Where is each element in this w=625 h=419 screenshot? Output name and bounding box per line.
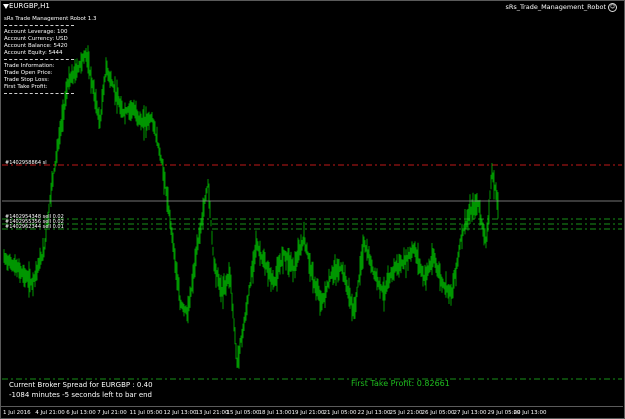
time-tick-label: 12 Jul 13:00 bbox=[163, 410, 197, 416]
account-balance: Account Balance: 5420 bbox=[4, 43, 68, 49]
time-tick-label: 1 Jul 2016 bbox=[3, 410, 31, 416]
time-left-text: -1084 minutes -5 seconds left to bar end bbox=[9, 391, 153, 399]
time-tick-label: 21 Jul 05:00 bbox=[323, 410, 357, 416]
time-tick-label: 25 Jul 21:00 bbox=[389, 410, 423, 416]
trade-open-price: Trade Open Price: bbox=[4, 70, 53, 76]
time-tick-label: 11 Jul 05:00 bbox=[129, 410, 163, 416]
time-tick-label: 6 Jul 13:00 bbox=[66, 410, 96, 416]
order-label-sell3[interactable]: #1402962344 sell 0.01 bbox=[5, 224, 64, 230]
time-tick-label: 29 Jul 13:00 bbox=[513, 410, 547, 416]
time-tick-label: 19 Jul 21:00 bbox=[291, 410, 325, 416]
robot-info-panel: sRs Trade Management Robot 1.3 Account L… bbox=[4, 16, 97, 97]
trade-stop-loss: Trade Stop Loss: bbox=[4, 77, 49, 83]
time-tick-label: 4 Jul 21:00 bbox=[35, 410, 65, 416]
smiley-face-icon[interactable]: ☺ bbox=[608, 3, 617, 12]
expert-advisor-name[interactable]: sRs_Trade_Management_Robot bbox=[505, 3, 606, 11]
time-tick-label: 26 Jul 05:00 bbox=[421, 410, 455, 416]
trade-information: Trade Information: bbox=[4, 63, 55, 69]
time-axis: 1 Jul 2016 4 Jul 21:00 6 Jul 13:00 7 Jul… bbox=[0, 406, 623, 419]
first-take-profit-label: First Take Profit: bbox=[4, 84, 48, 90]
price-chart-svg bbox=[2, 45, 622, 380]
divider bbox=[4, 59, 74, 60]
time-tick-label: 15 Jul 05:00 bbox=[226, 410, 260, 416]
price-candles bbox=[3, 45, 499, 369]
chart-title-bar: EURGBP,H1 sRs_Trade_Management_Robot ☺ bbox=[1, 1, 622, 13]
account-equity: Account Equity: 5444 bbox=[4, 50, 63, 56]
account-leverage: Account Leverage: 100 bbox=[4, 29, 68, 35]
chart-symbol-title: EURGBP,H1 bbox=[9, 2, 50, 10]
first-take-profit-text: First Take Profit: 0.82661 bbox=[351, 379, 450, 388]
time-tick-label: 22 Jul 13:00 bbox=[357, 410, 391, 416]
account-currency: Account Currency: USD bbox=[4, 36, 68, 42]
time-tick-label: 18 Jul 13:00 bbox=[258, 410, 292, 416]
robot-title: sRs Trade Management Robot 1.3 bbox=[4, 16, 97, 22]
divider bbox=[4, 25, 74, 26]
time-tick-label: 27 Jul 13:00 bbox=[453, 410, 487, 416]
spread-text: Current Broker Spread for EURGBP : 0.40 bbox=[9, 381, 153, 389]
time-tick-label: 13 Jul 21:00 bbox=[195, 410, 229, 416]
order-label-sl[interactable]: #1402958864 sl bbox=[5, 160, 47, 166]
divider bbox=[4, 93, 74, 94]
time-tick-label: 7 Jul 21:00 bbox=[97, 410, 127, 416]
price-chart[interactable] bbox=[2, 13, 622, 407]
